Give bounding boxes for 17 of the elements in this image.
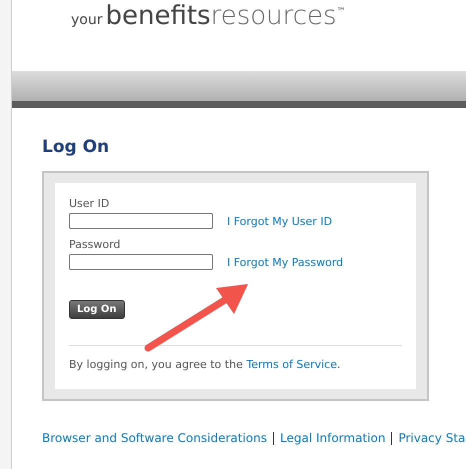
input-field[interactable] — [69, 213, 213, 229]
input-field[interactable] — [69, 254, 213, 270]
footer-link[interactable]: Legal Information — [280, 431, 386, 445]
trademark-mark: ™ — [336, 8, 346, 18]
logo-text: benefits — [105, 2, 211, 31]
logo-text: your — [71, 13, 102, 28]
log-on-button[interactable]: Log On — [69, 300, 125, 319]
field-label: Password — [69, 238, 122, 251]
footer-link[interactable]: Browser and Software Considerations — [42, 431, 267, 445]
forgot-link[interactable]: I Forgot My User ID — [227, 214, 332, 228]
agreement-text: By logging on, you agree to the Terms of Service. — [69, 358, 342, 371]
page-heading: Log On — [42, 137, 110, 159]
field-label: User ID — [69, 197, 110, 210]
logo-text: resources — [210, 2, 337, 31]
forgot-link[interactable]: I Forgot My Password — [227, 256, 344, 268]
terms-link[interactable]: Terms of Service — [246, 358, 337, 371]
footer-link[interactable]: Privacy Sta — [398, 431, 466, 445]
